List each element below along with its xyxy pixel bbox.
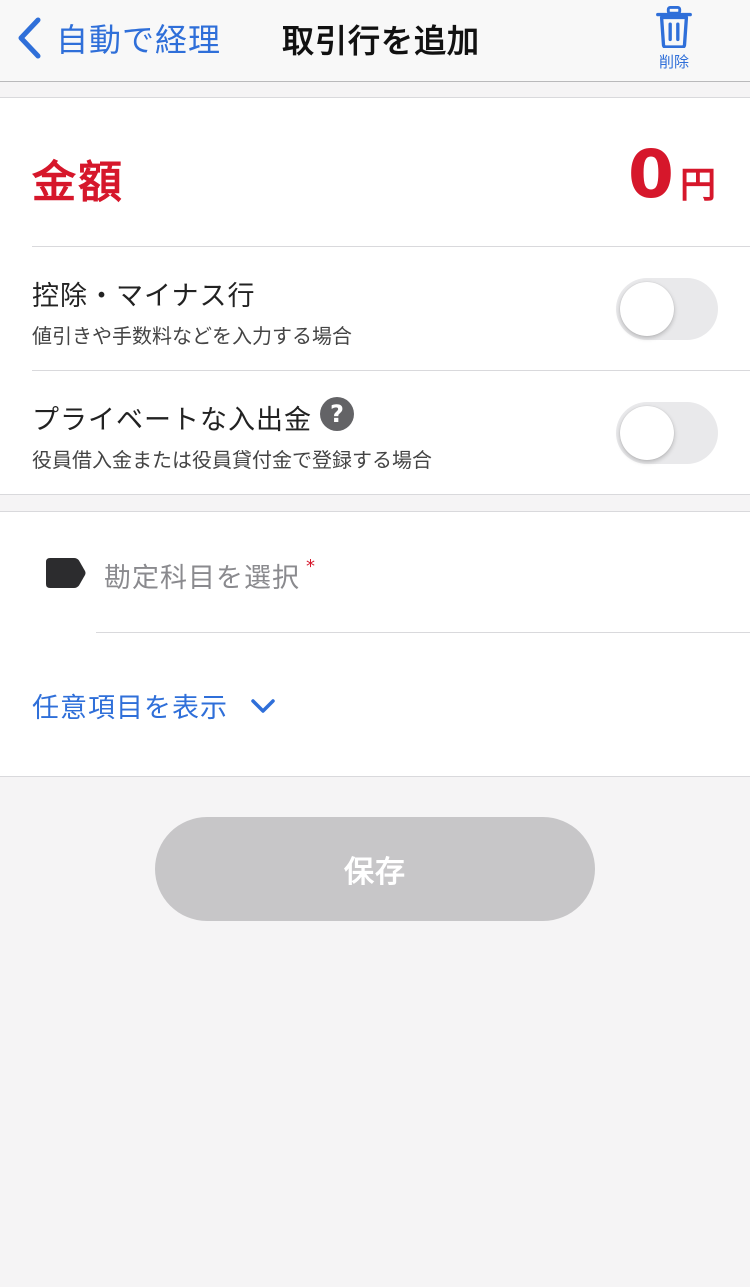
amount-card: 金額 0 円 控除・マイナス行 値引きや手数料などを入力する場合 プライベートな… bbox=[0, 97, 750, 495]
page-title: 取引行を追加 bbox=[282, 22, 481, 60]
deduction-toggle[interactable] bbox=[616, 278, 718, 340]
account-select-field[interactable]: 勘定科目を選択 * bbox=[0, 512, 750, 632]
toggle-knob bbox=[620, 406, 674, 460]
private-toggle[interactable] bbox=[616, 402, 718, 464]
delete-button-label: 削除 bbox=[658, 53, 689, 71]
amount-value-field[interactable]: 0 円 bbox=[628, 136, 716, 213]
show-optional-items-button[interactable]: 任意項目を表示 bbox=[32, 686, 276, 725]
question-mark-icon[interactable]: ? bbox=[320, 397, 354, 431]
amount-unit: 円 bbox=[679, 165, 716, 206]
toggle-knob bbox=[620, 282, 674, 336]
navigation-bar: 自動で経理 取引行を追加 削除 bbox=[0, 0, 750, 82]
divider bbox=[32, 246, 750, 247]
chevron-left-icon bbox=[18, 17, 41, 59]
back-button[interactable]: 自動で経理 bbox=[14, 14, 221, 62]
delete-button[interactable]: 削除 bbox=[648, 6, 700, 72]
deduction-row-title: 控除・マイナス行 bbox=[32, 281, 256, 312]
account-card: 勘定科目を選択 * 任意項目を表示 bbox=[0, 511, 750, 777]
tag-icon bbox=[46, 558, 86, 588]
back-button-label: 自動で経理 bbox=[56, 21, 222, 59]
chevron-down-icon bbox=[251, 698, 275, 713]
divider bbox=[96, 632, 750, 633]
account-placeholder: 勘定科目を選択 * bbox=[104, 556, 316, 594]
amount-number: 0 bbox=[628, 136, 674, 213]
trash-icon bbox=[656, 6, 692, 48]
deduction-row-subtitle: 値引きや手数料などを入力する場合 bbox=[32, 324, 352, 348]
private-row-subtitle: 役員借入金または役員貸付金で登録する場合 bbox=[32, 448, 432, 472]
show-optional-items-label: 任意項目を表示 bbox=[32, 693, 228, 724]
divider bbox=[32, 370, 750, 371]
private-row-title: プライベートな入出金 bbox=[32, 405, 312, 436]
save-button[interactable]: 保存 bbox=[155, 817, 595, 921]
required-mark: * bbox=[306, 556, 316, 577]
amount-label: 金額 bbox=[32, 157, 124, 208]
